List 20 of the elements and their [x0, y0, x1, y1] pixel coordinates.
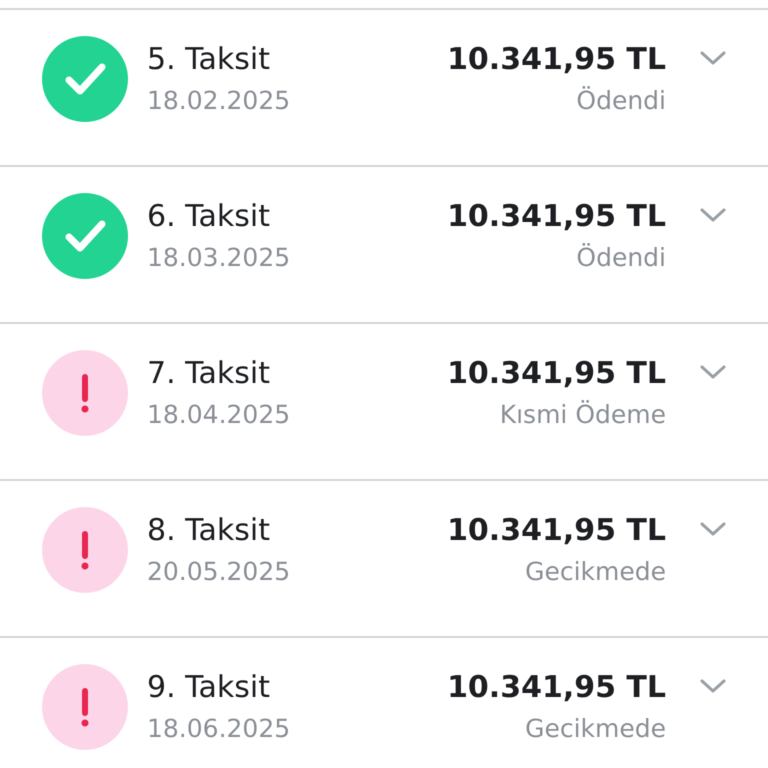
installment-title: 7. Taksit	[147, 355, 272, 393]
payment-status: Ödendi	[576, 242, 666, 274]
installment-amount: 10.341,95 TL	[447, 669, 666, 707]
installment-title: 5. Taksit	[147, 41, 272, 79]
payment-status: Ödendi	[576, 85, 666, 117]
installment-date: 20.05.2025	[147, 556, 290, 588]
payment-status: Gecikmede	[525, 556, 666, 588]
installment-date: 18.06.2025	[147, 713, 290, 745]
payment-status: Kısmi Ödeme	[500, 399, 666, 431]
installment-amount: 10.341,95 TL	[447, 355, 666, 393]
installment-amount: 10.341,95 TL	[447, 41, 666, 79]
installment-amount: 10.341,95 TL	[447, 512, 666, 550]
installment-amount: 10.341,95 TL	[447, 198, 666, 236]
installment-date: 18.02.2025	[147, 85, 290, 117]
installment-title: 8. Taksit	[147, 512, 272, 550]
installment-date: 18.03.2025	[147, 242, 290, 274]
installment-date: 18.04.2025	[147, 399, 290, 431]
payment-status: Gecikmede	[525, 713, 666, 745]
installment-title: 9. Taksit	[147, 669, 272, 707]
installment-title: 6. Taksit	[147, 198, 272, 236]
